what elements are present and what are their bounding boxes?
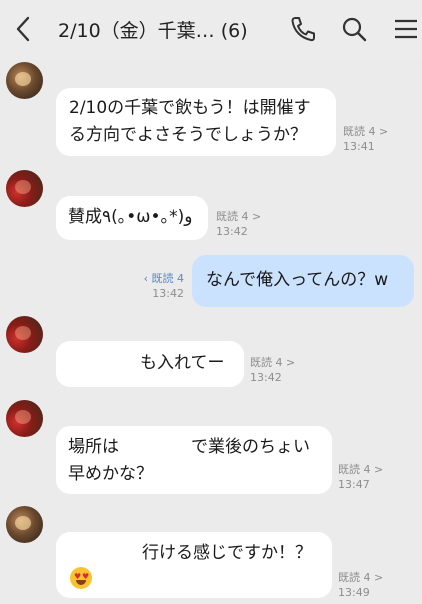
menu-icon[interactable]: [392, 14, 420, 44]
heart-eyes-emoji-icon: ♥ ♥: [70, 567, 92, 589]
message-meta: 既読 4 > 13:47: [338, 462, 383, 492]
avatar[interactable]: [6, 316, 43, 353]
my-message-bubble[interactable]: なんで俺入ってんの？w: [192, 255, 414, 307]
message-meta: 既読 4 > 13:42: [250, 355, 295, 385]
message-text: 賛成٩(｡•ω•｡*)و: [68, 207, 193, 227]
read-receipt[interactable]: 既読 4 >: [338, 462, 383, 477]
message-text: 行ける感じですか！？: [142, 543, 312, 563]
avatar[interactable]: [6, 400, 43, 437]
chat-header: 2/10（金）千葉… (6): [0, 0, 422, 60]
timestamp: 13:49: [338, 586, 370, 599]
timestamp: 13:42: [216, 225, 248, 238]
read-receipt[interactable]: ‹ 既読 4: [134, 271, 184, 286]
back-arrow-icon[interactable]: [12, 14, 34, 44]
message-bubble[interactable]: も入れてー: [56, 341, 244, 387]
timestamp: 13:47: [338, 478, 370, 491]
search-icon[interactable]: [340, 14, 368, 44]
chat-title[interactable]: 2/10（金）千葉… (6): [58, 16, 248, 43]
message-text: 2/10の千葉で飲もう！は開催す: [69, 98, 311, 118]
message-bubble[interactable]: 場所は で業後のちょい 早めかな？: [56, 426, 332, 494]
avatar[interactable]: [6, 170, 43, 207]
message-meta: 既読 4 > 13:49: [338, 570, 383, 600]
message-text: 場所は で業後のちょい: [68, 437, 310, 457]
message-meta: ‹ 既読 4 13:42: [134, 271, 184, 301]
message-bubble[interactable]: 行ける感じですか！？: [56, 532, 332, 598]
timestamp: 13:41: [343, 140, 375, 153]
read-receipt[interactable]: 既読 4 >: [216, 209, 261, 224]
read-receipt[interactable]: 既読 4 >: [250, 355, 295, 370]
read-receipt[interactable]: 既読 4 >: [338, 570, 383, 585]
message-meta: 既読 4 > 13:42: [216, 209, 261, 239]
message-text: も入れてー: [140, 353, 225, 373]
message-text: なんで俺入ってんの？w: [206, 270, 389, 290]
message-bubble[interactable]: 賛成٩(｡•ω•｡*)و: [56, 196, 208, 240]
message-bubble[interactable]: 2/10の千葉で飲もう！は開催す る方向でよさそうでしょうか？: [56, 88, 336, 156]
message-text: る方向でよさそうでしょうか？: [69, 125, 307, 145]
avatar[interactable]: [6, 62, 43, 99]
message-text: 早めかな？: [68, 464, 153, 484]
phone-icon[interactable]: [288, 14, 316, 44]
message-meta: 既読 4 > 13:41: [343, 124, 388, 154]
timestamp: 13:42: [250, 371, 282, 384]
timestamp: 13:42: [152, 287, 184, 300]
avatar[interactable]: [6, 506, 43, 543]
read-receipt[interactable]: 既読 4 >: [343, 124, 388, 139]
